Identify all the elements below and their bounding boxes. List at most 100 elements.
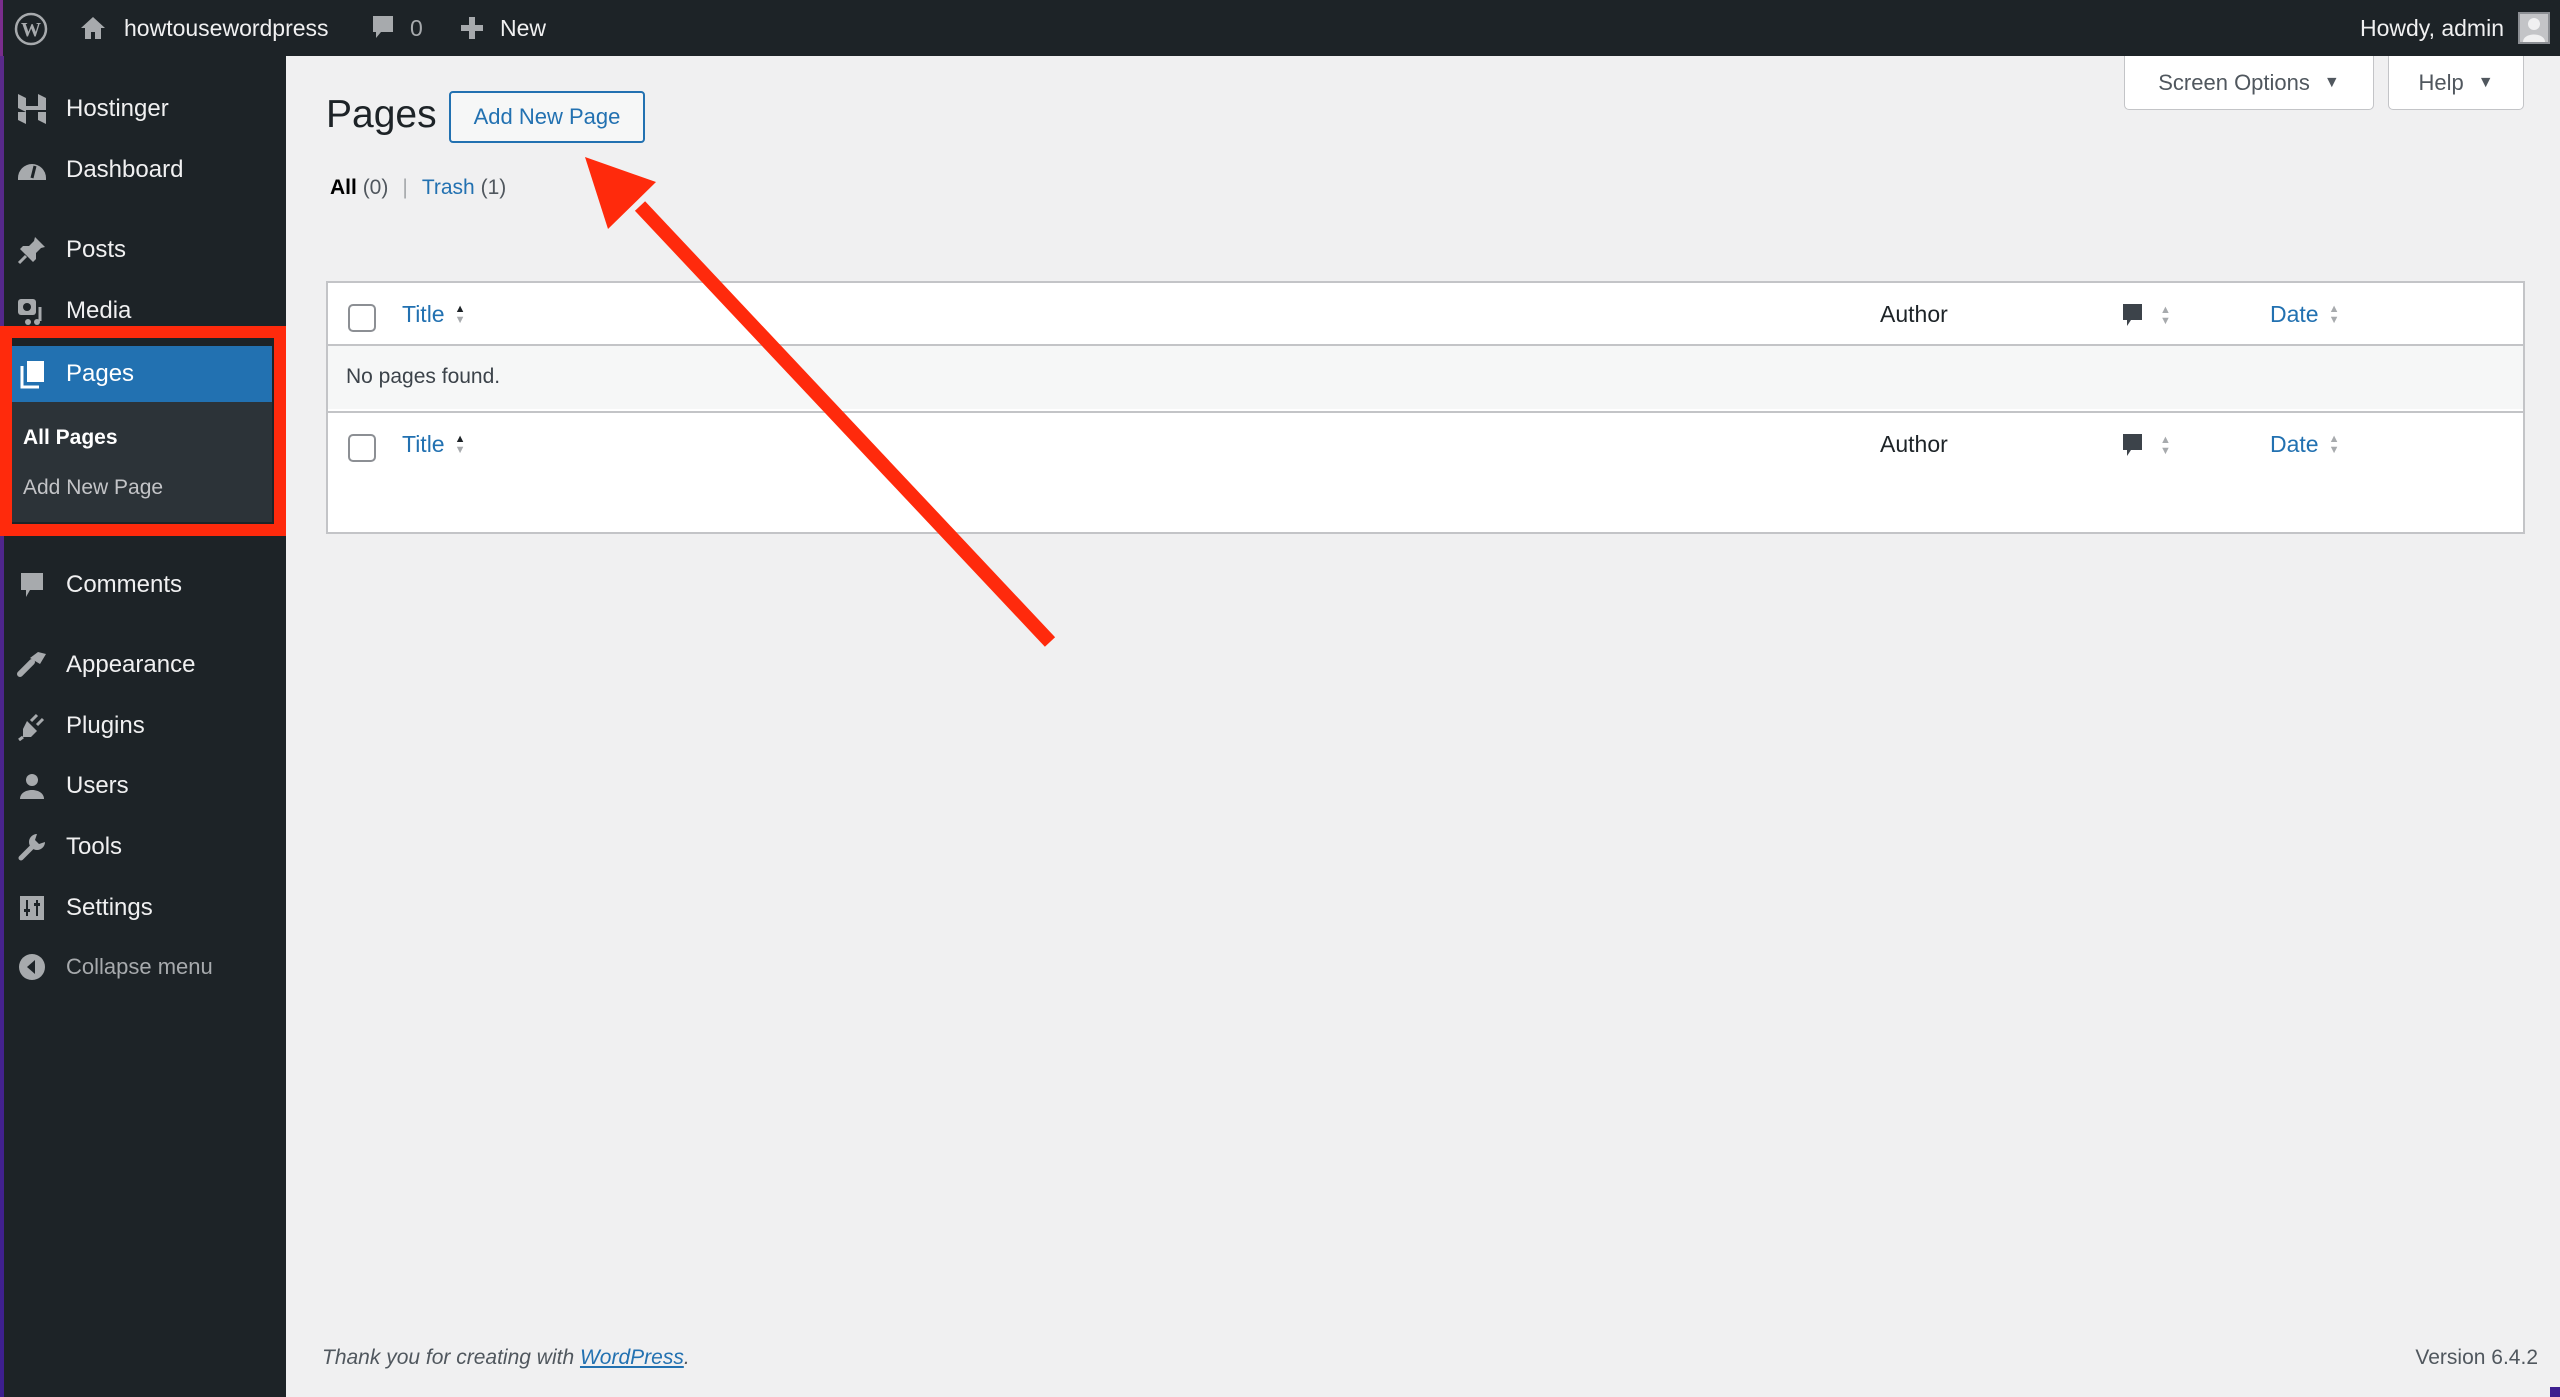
filter-all-label: All	[330, 176, 357, 199]
account-menu[interactable]: Howdy, admin	[2360, 0, 2550, 56]
media-icon	[15, 294, 49, 328]
sidebar-item-posts[interactable]: Posts	[0, 225, 286, 275]
new-content-button[interactable]: New	[458, 0, 546, 56]
comments-count: 0	[410, 14, 423, 41]
version-text: Version 6.4.2	[2415, 1346, 2538, 1369]
sidebar-item-comments[interactable]: Comments	[0, 560, 286, 610]
site-name-link[interactable]: howtousewordpress	[78, 0, 329, 56]
wrench-icon	[15, 830, 49, 864]
sidebar-item-dashboard[interactable]: Dashboard	[0, 145, 286, 195]
screen-options-button[interactable]: Screen Options ▼	[2124, 56, 2374, 110]
table-header-row: Title ▲ ▼ Author ▲ ▼ Date ▲ ▼	[328, 283, 2523, 346]
column-comments-sort[interactable]: ▲ ▼	[2120, 431, 2171, 461]
column-date-label: Date	[2270, 431, 2319, 457]
sidebar-item-label: Plugins	[66, 712, 145, 739]
column-date-sort[interactable]: Date ▲ ▼	[2270, 301, 2339, 328]
sort-arrows-icon: ▲ ▼	[454, 432, 466, 456]
filter-trash-link[interactable]: Trash	[422, 176, 475, 199]
column-date-label: Date	[2270, 301, 2319, 327]
window-edge	[0, 0, 3, 56]
settings-icon	[15, 891, 49, 925]
wordpress-logo-button[interactable]: W	[14, 11, 50, 47]
dashboard-icon	[15, 153, 49, 187]
comment-icon	[370, 13, 396, 43]
comment-icon	[15, 568, 49, 602]
home-icon	[78, 13, 108, 43]
column-title-sort[interactable]: Title ▲ ▼	[402, 301, 466, 328]
sidebar-item-label: Comments	[66, 571, 183, 598]
screen-options-label: Screen Options	[2158, 69, 2310, 95]
sidebar-item-pages[interactable]: Pages	[12, 346, 272, 402]
help-button[interactable]: Help ▼	[2388, 56, 2524, 110]
sort-arrows-icon: ▲ ▼	[2328, 432, 2340, 456]
column-title-label: Title	[402, 431, 445, 457]
footer-thanks: Thank you for creating with WordPress.	[322, 1346, 690, 1370]
wordpress-link[interactable]: WordPress	[580, 1346, 684, 1369]
sort-arrows-icon: ▲ ▼	[2160, 304, 2171, 327]
pages-icon	[16, 357, 50, 391]
wordpress-logo-icon: W	[14, 12, 48, 46]
caret-down-icon: ▼	[2323, 73, 2340, 91]
comments-link[interactable]: 0	[370, 0, 423, 56]
sidebar-item-label: Settings	[66, 894, 153, 921]
submenu-all-pages[interactable]: All Pages	[23, 426, 118, 450]
admin-sidebar: Hostinger Dashboard Posts Media Pages Al…	[0, 56, 286, 1397]
table-empty-row: No pages found.	[328, 346, 2523, 409]
footer-thanks-text: Thank you for creating with	[322, 1346, 580, 1369]
plug-icon	[15, 709, 49, 743]
main-content: Screen Options ▼ Help ▼ Pages Add New Pa…	[286, 56, 2560, 1397]
footer-period: .	[683, 1346, 690, 1369]
collapse-menu-label: Collapse menu	[66, 954, 213, 979]
caret-down-icon: ▼	[2477, 73, 2494, 91]
sidebar-item-hostinger[interactable]: Hostinger	[0, 84, 286, 134]
filter-all-count: (0)	[362, 176, 389, 199]
sort-arrows-icon: ▲ ▼	[2328, 302, 2340, 326]
column-date-sort[interactable]: Date ▲ ▼	[2270, 431, 2339, 458]
admin-bar: W howtousewordpress 0 New Howdy, admin	[0, 0, 2560, 56]
submenu-add-new-page[interactable]: Add New Page	[23, 476, 163, 500]
comment-bubble-icon	[2120, 431, 2146, 461]
sidebar-item-label: Pages	[66, 360, 135, 387]
collapse-icon	[15, 950, 49, 984]
sidebar-item-label: Users	[66, 772, 129, 799]
greeting: Howdy, admin	[2359, 14, 2504, 41]
filter-trash[interactable]: Trash (1)	[422, 176, 506, 200]
select-all-checkbox-footer[interactable]	[348, 434, 376, 462]
sidebar-item-users[interactable]: Users	[0, 761, 286, 811]
status-filters: All (0) | Trash (1)	[330, 176, 506, 200]
new-label: New	[500, 14, 547, 41]
site-name: howtousewordpress	[124, 14, 329, 41]
no-pages-message: No pages found.	[346, 365, 501, 388]
column-author-label: Author	[1880, 431, 1948, 457]
sidebar-item-label: Hostinger	[66, 95, 169, 122]
avatar	[2518, 12, 2550, 44]
sidebar-item-settings[interactable]: Settings	[0, 883, 286, 933]
plus-icon	[458, 14, 486, 42]
page-title: Pages	[326, 93, 437, 136]
sidebar-item-label: Dashboard	[66, 156, 184, 183]
column-comments-sort[interactable]: ▲ ▼	[2120, 301, 2171, 331]
sidebar-item-tools[interactable]: Tools	[0, 822, 286, 872]
user-icon	[15, 769, 49, 803]
sidebar-item-appearance[interactable]: Appearance	[0, 640, 286, 690]
pages-table: Title ▲ ▼ Author ▲ ▼ Date ▲ ▼ No pages foun…	[326, 281, 2525, 534]
select-all-checkbox[interactable]	[348, 304, 376, 332]
add-new-page-button[interactable]: Add New Page	[449, 91, 645, 143]
help-label: Help	[2418, 69, 2464, 95]
sidebar-item-media[interactable]: Media	[0, 286, 286, 336]
sidebar-item-label: Media	[66, 297, 132, 324]
sidebar-item-label: Appearance	[66, 651, 196, 678]
filter-trash-count: (1)	[480, 176, 507, 199]
hostinger-icon	[15, 92, 49, 126]
sort-arrows-icon: ▲ ▼	[2160, 434, 2171, 457]
collapse-menu-button[interactable]: Collapse menu	[0, 942, 286, 992]
column-author-label: Author	[1880, 301, 1948, 327]
sidebar-item-label: Posts	[66, 236, 127, 263]
column-title-sort[interactable]: Title ▲ ▼	[402, 431, 466, 458]
table-footer-row: Title ▲ ▼ Author ▲ ▼ Date ▲ ▼	[328, 411, 2523, 476]
filter-all[interactable]: All (0)	[330, 176, 388, 200]
window-corner	[2550, 1387, 2560, 1397]
sidebar-item-plugins[interactable]: Plugins	[0, 701, 286, 751]
filter-separator: |	[402, 176, 408, 199]
svg-text:W: W	[21, 19, 41, 41]
